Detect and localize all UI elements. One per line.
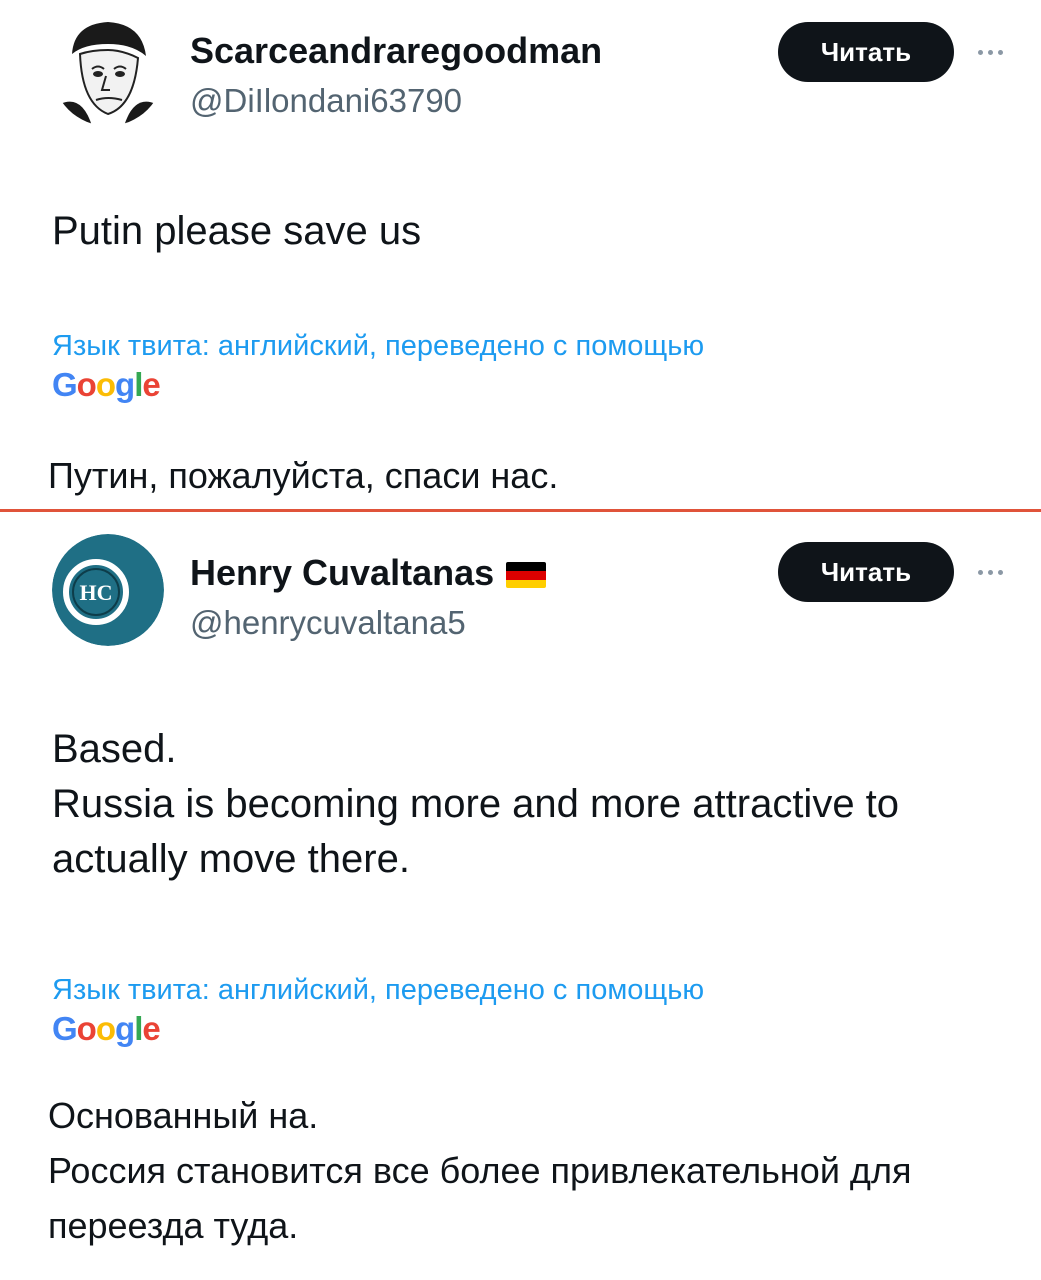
follow-button[interactable]: Читать (778, 542, 954, 602)
tweet-card[interactable]: Scarceandraregoodman @DiIlondani63790 Чи… (0, 0, 1041, 510)
display-name[interactable]: Henry Cuvaltanas (190, 552, 547, 594)
tweet-text: Based. Russia is becoming more and more … (52, 727, 900, 881)
user-avatar[interactable]: HC (52, 534, 164, 646)
google-logo-icon: Google (52, 366, 161, 403)
more-options-icon[interactable] (978, 42, 1018, 62)
more-options-icon[interactable] (978, 562, 1018, 582)
translation-label: Язык твита: английский, переведено с пом… (52, 330, 705, 362)
avatar-initials: HC (80, 580, 113, 605)
hc-logo-avatar-icon: HC (52, 534, 164, 646)
follow-button[interactable]: Читать (778, 22, 954, 82)
tweet-text: Putin please save us (52, 209, 422, 253)
translated-text: Путин, пожалуйста, спаси нас. (48, 455, 559, 496)
display-name[interactable]: Scarceandraregoodman (190, 30, 602, 72)
google-logo-icon: Google (52, 1010, 161, 1047)
user-handle[interactable]: @DiIlondani63790 (190, 82, 462, 120)
user-avatar[interactable] (52, 14, 164, 126)
translated-text: Основанный на. Россия становится все бол… (48, 1095, 912, 1246)
display-name-text: Henry Cuvaltanas (190, 552, 495, 593)
tweet-card[interactable]: HC Henry Cuvaltanas @henrycuvaltana5 Чит… (0, 512, 1041, 1280)
user-handle[interactable]: @henrycuvaltana5 (190, 604, 466, 642)
germany-flag-icon (506, 562, 547, 589)
translation-label: Язык твита: английский, переведено с пом… (52, 974, 705, 1006)
wojak-avatar-icon (52, 14, 164, 126)
